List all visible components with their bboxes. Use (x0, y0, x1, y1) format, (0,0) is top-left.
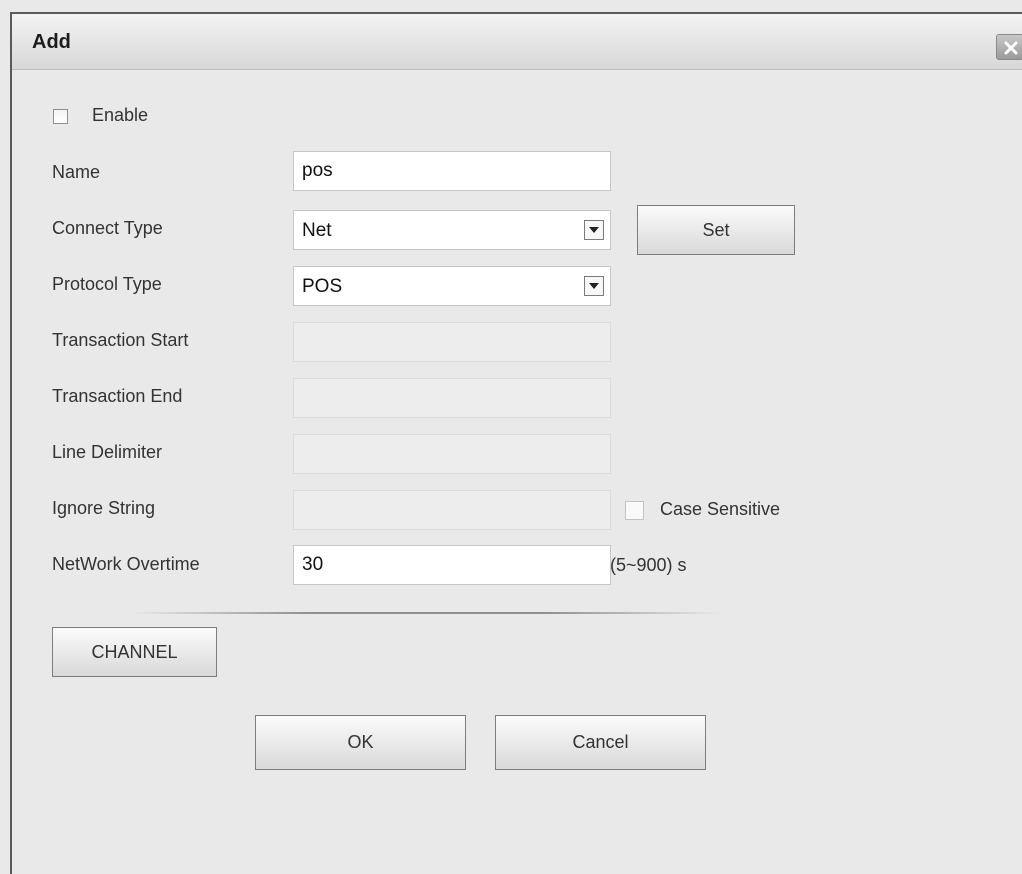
divider (132, 612, 722, 614)
protocol-type-select[interactable]: POS (293, 266, 611, 306)
close-button[interactable] (996, 34, 1022, 60)
line-delimiter-input[interactable] (293, 434, 611, 474)
cancel-button[interactable]: Cancel (495, 715, 706, 770)
enable-checkbox[interactable] (53, 109, 68, 124)
dialog-title: Add (32, 31, 71, 53)
set-button[interactable]: Set (637, 205, 795, 255)
dialog-titlebar: Add (12, 14, 1022, 70)
case-sensitive-label: Case Sensitive (660, 499, 781, 519)
transaction-start-input[interactable] (293, 322, 611, 362)
ok-button[interactable]: OK (255, 715, 466, 770)
chevron-down-icon[interactable] (584, 276, 604, 296)
connect-type-select[interactable]: Net (293, 210, 611, 250)
transaction-end-label: Transaction End (52, 386, 183, 406)
case-sensitive-checkbox[interactable] (625, 501, 644, 520)
chevron-down-icon[interactable] (584, 220, 604, 240)
protocol-type-label: Protocol Type (52, 274, 162, 294)
transaction-start-label: Transaction Start (52, 330, 189, 350)
add-dialog: Add Enable Name Connect Type Net Set Pro… (10, 12, 1022, 874)
ignore-string-input[interactable] (293, 490, 611, 530)
enable-label: Enable (92, 105, 149, 125)
close-icon (1004, 41, 1018, 55)
network-overtime-unit: (5~900) s (610, 555, 687, 575)
line-delimiter-label: Line Delimiter (52, 442, 163, 462)
channel-button[interactable]: CHANNEL (52, 627, 217, 677)
transaction-end-input[interactable] (293, 378, 611, 418)
network-overtime-label: NetWork Overtime (52, 554, 200, 574)
protocol-type-value: POS (302, 276, 343, 297)
network-overtime-input[interactable] (293, 545, 611, 585)
connect-type-value: Net (302, 220, 332, 241)
connect-type-label: Connect Type (52, 218, 163, 238)
name-label: Name (52, 162, 101, 182)
ignore-string-label: Ignore String (52, 498, 156, 518)
name-input[interactable] (293, 151, 611, 191)
